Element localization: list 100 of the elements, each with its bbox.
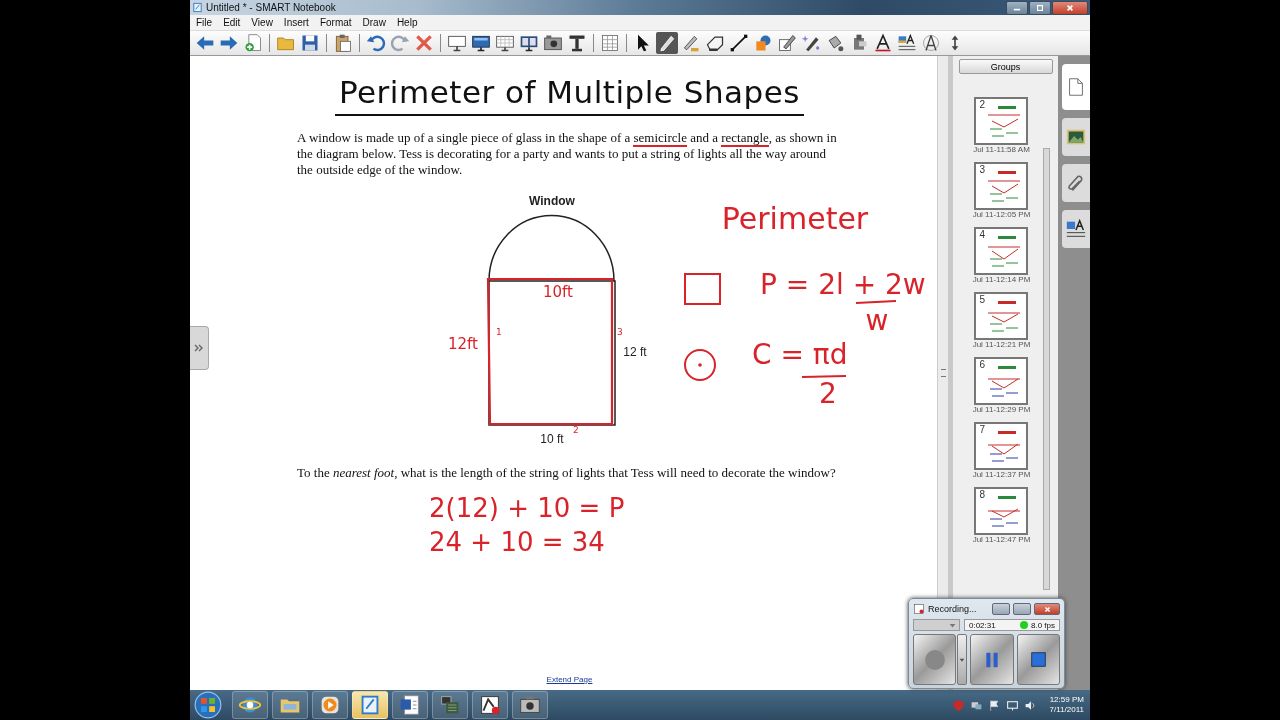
recorder-title: Recording...: [928, 604, 977, 614]
page-thumbnail[interactable]: 6: [974, 357, 1029, 405]
diagram-title: Window: [529, 194, 575, 208]
film-record-icon[interactable]: [472, 691, 508, 719]
handwritten-label: 12ft: [448, 335, 478, 353]
page-number: 7: [979, 424, 986, 435]
rectangle-formula: P = 2l + 2w: [760, 268, 926, 301]
page-timestamp: Jul 11-11:58 AM: [973, 145, 1030, 154]
page-number: 6: [979, 359, 986, 370]
handwritten-title: Perimeter of Multiple Shapes: [334, 74, 805, 116]
start-button[interactable]: [194, 691, 222, 719]
page-timestamp: Jul 11-12:29 PM: [972, 405, 1031, 414]
page-icon[interactable]: [1062, 64, 1090, 110]
record-button[interactable]: [913, 634, 957, 685]
page-number: 3: [979, 164, 986, 175]
text-style-icon[interactable]: [1062, 210, 1090, 248]
menu-item[interactable]: Insert: [283, 17, 309, 28]
side-tab-handle[interactable]: [190, 326, 209, 370]
flag-icon[interactable]: [987, 698, 1001, 712]
folder-icon[interactable]: [272, 691, 308, 719]
circle-sketch: [684, 349, 716, 381]
clock[interactable]: 12:59 PM 7/11/2011: [1049, 695, 1084, 715]
table-icon[interactable]: [599, 32, 621, 54]
menu-item[interactable]: View: [251, 17, 273, 28]
page-number: 5: [979, 294, 986, 305]
handwritten-mark: 3: [617, 327, 623, 337]
camera-icon[interactable]: [512, 691, 548, 719]
page-number: 4: [979, 229, 986, 240]
handwritten-work: 24 + 10 = 34: [429, 526, 605, 559]
stop-button[interactable]: [1016, 634, 1060, 685]
page-thumbnail[interactable]: 8: [974, 487, 1029, 535]
fraction-line: [855, 300, 897, 304]
page-timestamp: Jul 11-12:37 PM: [972, 470, 1031, 479]
problem-text: A window is made up of a single piece of glass in the shape of a semicircle and a rectangle, as shown in the diagram below. Tess is decorating for a party and wants to put a string of lights all the way around the outside edge of the window.: [297, 130, 838, 178]
menu-item[interactable]: Help: [396, 17, 418, 28]
maximize-icon: [1036, 3, 1044, 12]
caret-icon: [959, 656, 966, 663]
bottom-length-label: 10 ft: [540, 432, 564, 446]
menu-item[interactable]: Draw: [362, 17, 386, 28]
handwritten-denominator: w: [865, 304, 889, 337]
scrollbar[interactable]: [1043, 148, 1050, 590]
line-icon[interactable]: [728, 32, 750, 54]
handwritten-label: 10ft: [543, 283, 573, 301]
pen-icon[interactable]: [656, 32, 678, 54]
menu-item[interactable]: Edit: [223, 17, 241, 28]
page-thumbnail[interactable]: 2: [974, 97, 1029, 145]
compass-icon[interactable]: [920, 32, 942, 54]
side-length-label: 12 ft: [623, 345, 647, 359]
square-sketch: [684, 273, 721, 305]
handwritten-mark: 1: [496, 327, 502, 337]
status-dot: [1020, 621, 1028, 629]
minimize-button[interactable]: [992, 603, 1010, 615]
handwritten-heading: Perimeter: [721, 201, 869, 236]
toolbox-icon[interactable]: [432, 691, 468, 719]
film-record-icon: [913, 603, 925, 615]
document-icon[interactable]: [392, 691, 428, 719]
elapsed-time: 0:02:31: [969, 620, 996, 630]
page-timestamp: Jul 11-12:05 PM: [972, 210, 1031, 219]
pencil-square-icon[interactable]: [776, 32, 798, 54]
pause-icon: [984, 650, 1000, 669]
clock-time: 12:59 PM: [1049, 695, 1084, 705]
globe-e-icon[interactable]: [232, 691, 268, 719]
menu-item[interactable]: File: [196, 17, 213, 28]
page-timestamp: Jul 11-12:14 PM: [972, 275, 1031, 284]
page-thumbnail[interactable]: 3: [974, 162, 1029, 210]
minimize-button[interactable]: [1006, 0, 1028, 15]
notebook-icon[interactable]: [352, 691, 388, 719]
window-title: Untitled * - SMART Notebook: [206, 2, 336, 13]
menu-item[interactable]: Format: [319, 17, 352, 28]
undo-icon[interactable]: [365, 32, 387, 54]
extend-page-link[interactable]: Extend Page: [546, 675, 593, 684]
handwritten-mark: 2: [573, 425, 579, 435]
groups-button[interactable]: Groups: [958, 59, 1053, 74]
close-icon: [1043, 605, 1051, 613]
delete-icon[interactable]: [413, 32, 435, 54]
play-icon[interactable]: [312, 691, 348, 719]
stop-icon: [1030, 652, 1046, 667]
close-icon: [1066, 3, 1074, 12]
record-options-button[interactable]: [957, 634, 968, 685]
notebook-icon: [192, 2, 203, 13]
maximize-button[interactable]: [1029, 0, 1051, 15]
handwritten-work: 2(12) + 10 = P: [429, 492, 625, 525]
landscape-picture-icon[interactable]: [1062, 118, 1090, 156]
page-timestamp: Jul 11-12:21 PM: [972, 340, 1031, 349]
page-number: 8: [979, 489, 986, 500]
monitor-icon[interactable]: [1005, 698, 1019, 712]
pause-button[interactable]: [970, 634, 1014, 685]
page-thumbnail[interactable]: 5: [974, 292, 1029, 340]
handwritten-denominator: 2: [819, 377, 837, 410]
close-button[interactable]: [1034, 603, 1060, 615]
page-number: 2: [979, 99, 986, 110]
circle-formula: C = πd: [752, 338, 848, 371]
frame-rate: 8.0 fps: [1031, 620, 1055, 630]
page-thumbnail[interactable]: 7: [974, 422, 1029, 470]
fraction-line: [801, 375, 847, 378]
question-text: To the nearest foot, what is the length of the string of lights that Tess will need to decorate the window?: [297, 465, 837, 481]
page-thumbnail[interactable]: 4: [974, 227, 1029, 275]
paperclip-icon[interactable]: [1062, 164, 1090, 202]
page-timestamp: Jul 11-12:47 PM: [972, 535, 1031, 544]
close-button[interactable]: [1052, 0, 1088, 15]
